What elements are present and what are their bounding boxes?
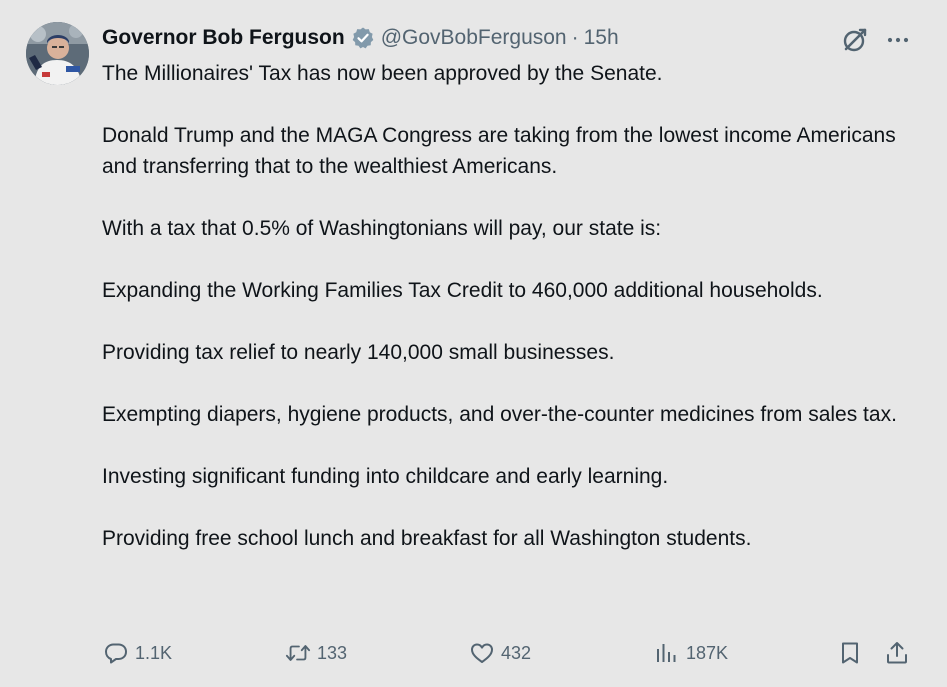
reply-count: 1.1K	[135, 642, 173, 663]
views-count: 187K	[686, 642, 729, 663]
tweet: Governor Bob Ferguson @GovBobFerguson · …	[0, 0, 947, 687]
heart-icon	[469, 640, 495, 666]
grok-icon[interactable]	[839, 24, 871, 56]
share-button[interactable]	[884, 636, 910, 670]
like-count: 432	[501, 642, 532, 663]
tweet-timestamp[interactable]: 15h	[584, 26, 619, 50]
verified-badge-icon[interactable]	[351, 26, 375, 50]
tweet-paragraph: The Millionaires' Tax has now been appro…	[102, 62, 663, 85]
reply-button[interactable]: 1.1K	[103, 636, 172, 670]
repost-button[interactable]: 133	[285, 636, 347, 670]
author-name[interactable]: Governor Bob Ferguson	[102, 26, 345, 50]
analytics-icon	[654, 640, 680, 666]
avatar[interactable]	[26, 22, 89, 85]
more-icon[interactable]	[882, 24, 914, 56]
tweet-paragraph: Exempting diapers, hygiene products, and…	[102, 403, 897, 426]
tweet-paragraph: Providing free school lunch and breakfas…	[102, 527, 752, 550]
avatar-image	[26, 22, 89, 85]
views-button[interactable]: 187K	[654, 636, 728, 670]
action-bar: 1.1K 133 432 187K	[0, 636, 947, 670]
repost-count: 133	[317, 642, 348, 663]
like-button[interactable]: 432	[469, 636, 531, 670]
tweet-header: Governor Bob Ferguson @GovBobFerguson · …	[102, 24, 619, 52]
separator-dot: ·	[571, 26, 579, 49]
reply-icon	[103, 640, 129, 666]
tweet-text: The Millionaires' Tax has now been appro…	[102, 58, 902, 554]
bookmark-icon	[837, 640, 863, 666]
tweet-paragraph: Providing tax relief to nearly 140,000 s…	[102, 341, 615, 364]
share-icon	[884, 640, 910, 666]
repost-icon	[285, 640, 311, 666]
author-handle[interactable]: @GovBobFerguson	[381, 26, 567, 50]
tweet-paragraph: With a tax that 0.5% of Washingtonians w…	[102, 217, 662, 240]
bookmark-button[interactable]	[837, 636, 863, 670]
tweet-paragraph: Donald Trump and the MAGA Congress are t…	[102, 124, 896, 178]
tweet-paragraph: Investing significant funding into child…	[102, 465, 669, 488]
tweet-paragraph: Expanding the Working Families Tax Credi…	[102, 279, 823, 302]
